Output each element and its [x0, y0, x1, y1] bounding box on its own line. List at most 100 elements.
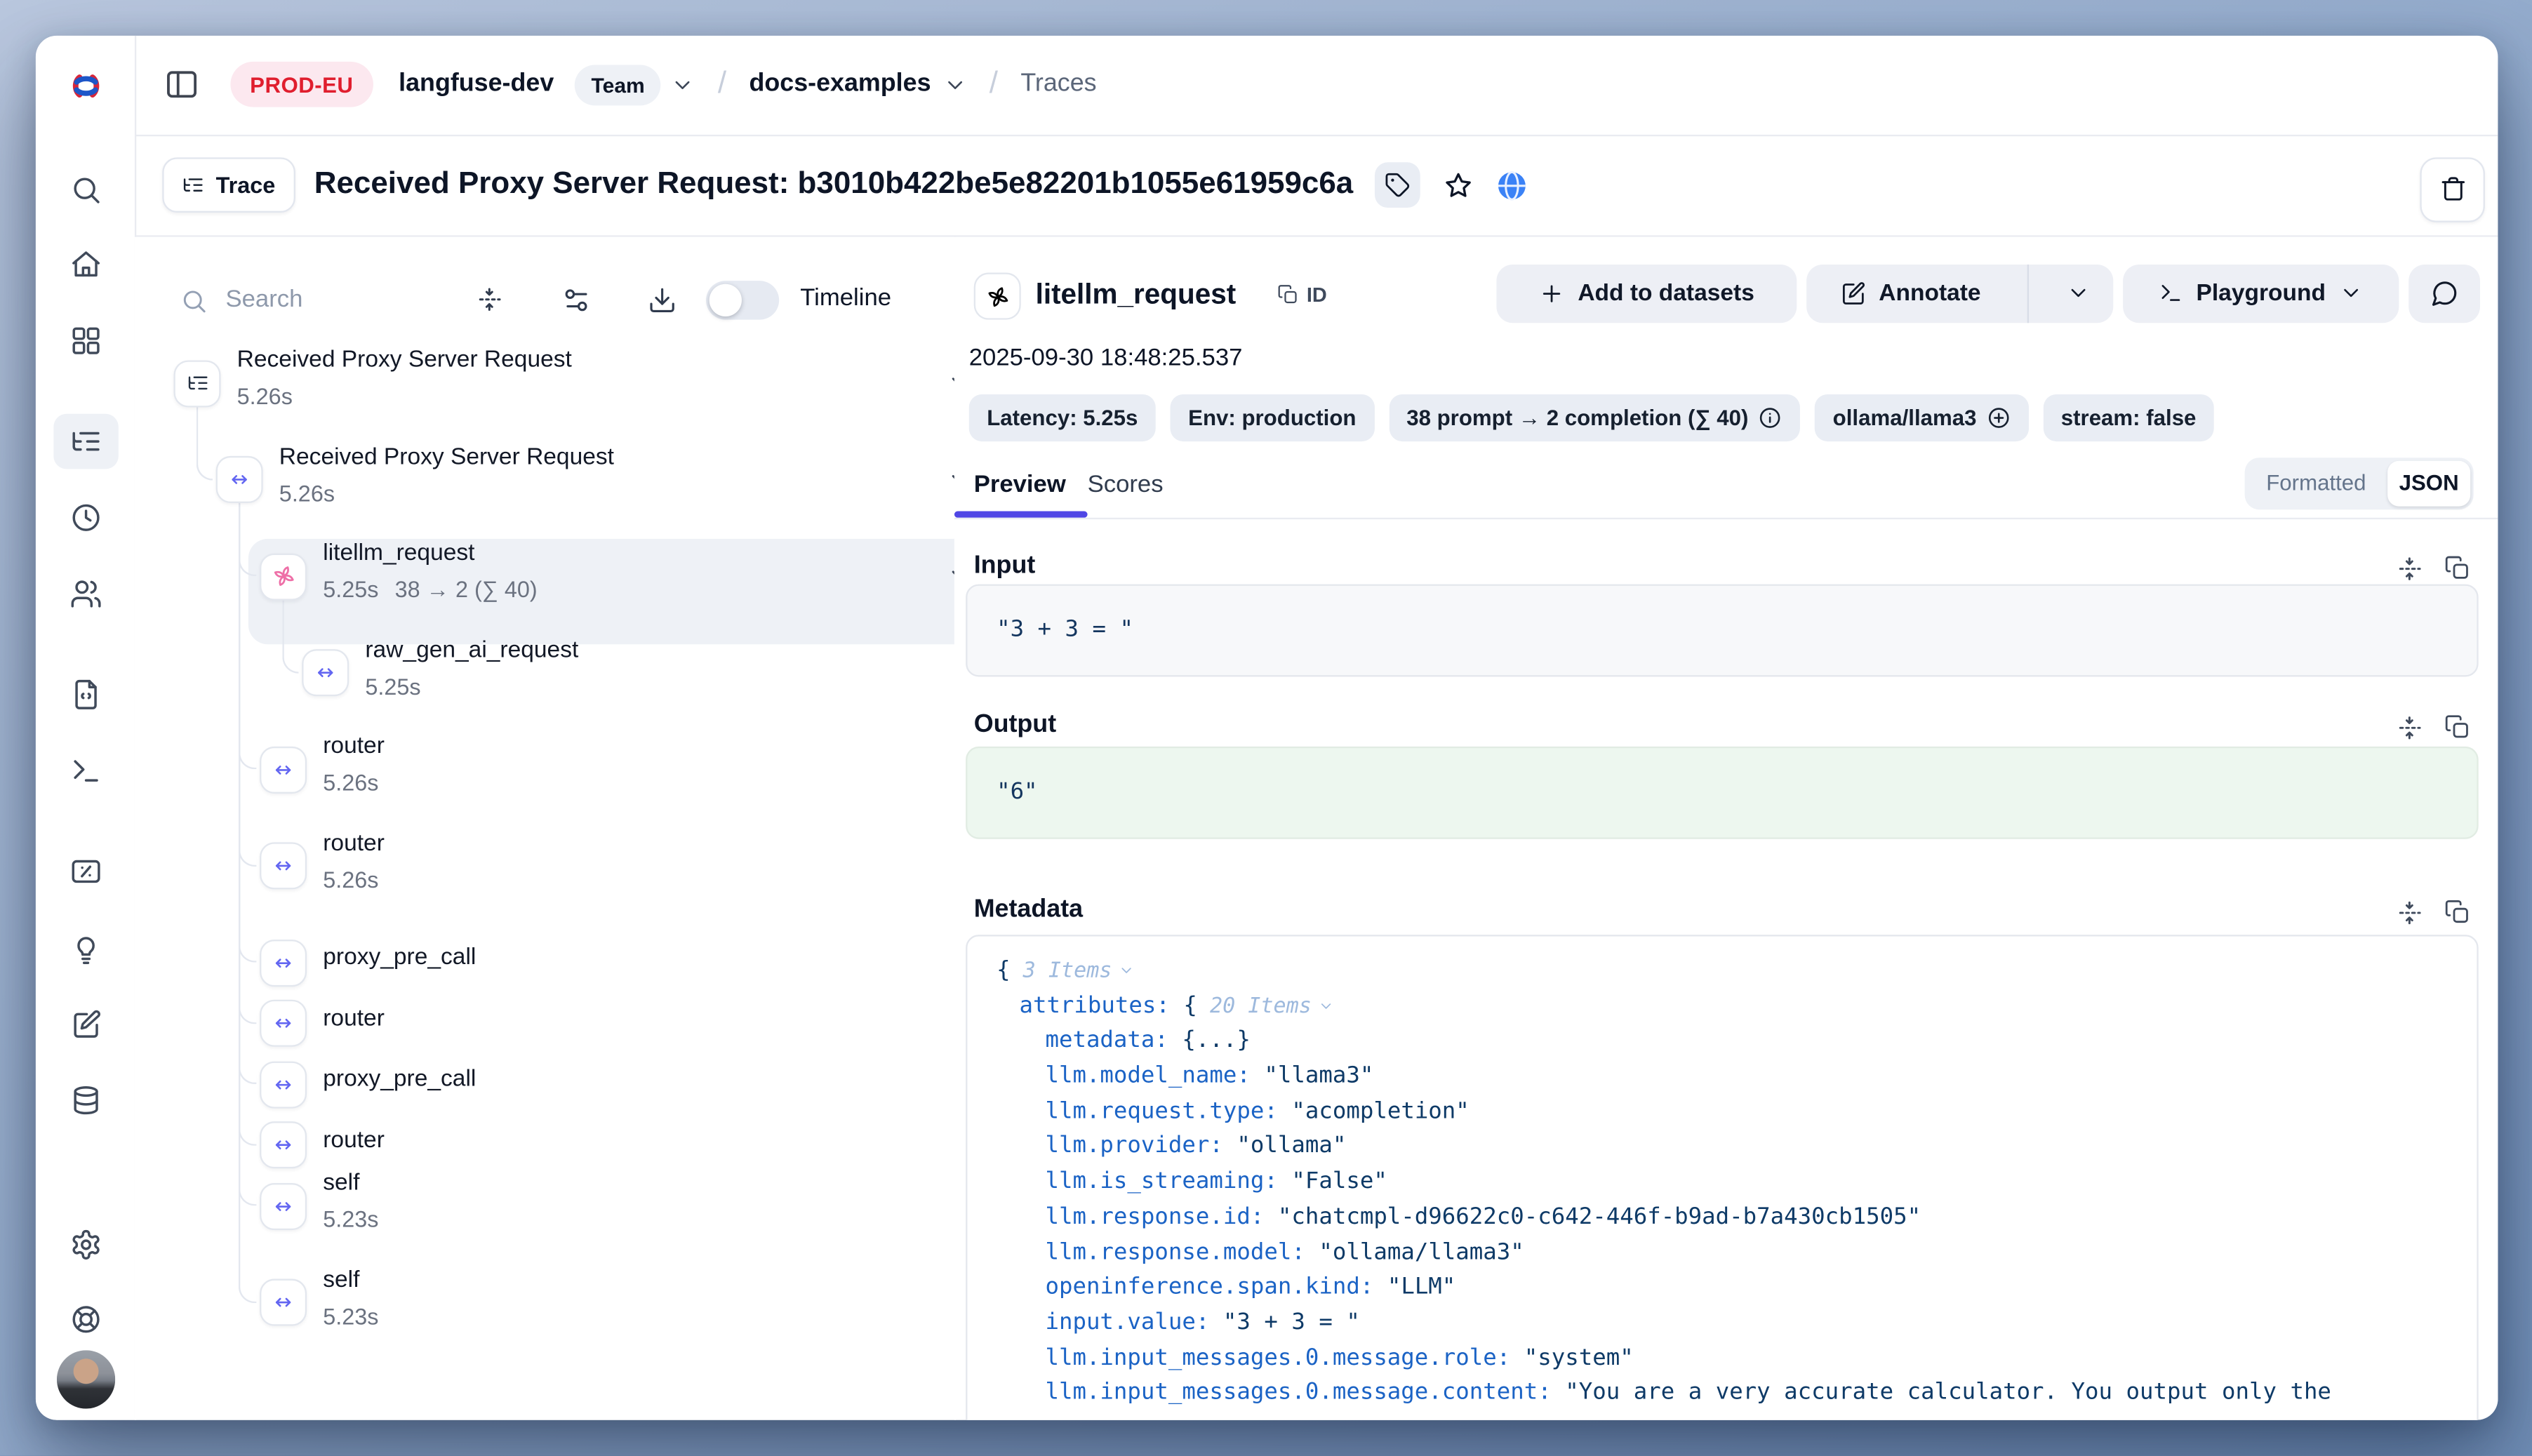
copy-section-button[interactable]: [2444, 713, 2470, 740]
sidebar-item-prompts[interactable]: [53, 667, 118, 723]
json-value: "ollama": [1223, 1133, 1346, 1159]
format-option-json[interactable]: JSON: [2387, 460, 2470, 506]
json-value: "ollama/llama3": [1305, 1239, 1524, 1265]
add-to-datasets-button[interactable]: Add to datasets: [1496, 264, 1797, 322]
bookmark-star-button[interactable]: [1442, 170, 1473, 201]
playground-button[interactable]: Playground: [2123, 264, 2399, 322]
tree-item-label: proxy_pre_call: [323, 944, 476, 970]
sidebar-item-dashboards[interactable]: [53, 313, 118, 368]
format-toggle: Formatted JSON: [2245, 457, 2474, 509]
tree-item-token-usage: 38 → 2 (∑ 40): [395, 576, 538, 602]
delete-trace-button[interactable]: [2420, 156, 2485, 222]
sidebar-toggle-icon[interactable]: [164, 67, 200, 102]
tree-item-label: self: [323, 1170, 359, 1196]
sidebar-item-playground[interactable]: [53, 743, 118, 799]
json-item-count: 3 Items: [1011, 959, 1112, 984]
playground-label: Playground: [2196, 280, 2325, 306]
badge-text: Latency: 5.25s: [987, 405, 1138, 429]
sidebar-item-datasets[interactable]: [53, 1073, 118, 1128]
span-type-badge: [260, 1279, 307, 1326]
sidebar-item-annotation[interactable]: [53, 998, 118, 1053]
sessions-icon: [69, 502, 101, 534]
sidebar-item-users[interactable]: [53, 566, 118, 622]
tree-item-label: Received Proxy Server Request: [279, 444, 614, 470]
org-chevron-down-icon[interactable]: [671, 72, 695, 97]
timeline-toggle[interactable]: [706, 280, 779, 319]
comments-button[interactable]: [2408, 264, 2480, 322]
plus-circle-icon[interactable]: [1986, 405, 2011, 429]
span-icon: [271, 1072, 295, 1097]
info-icon[interactable]: [1758, 405, 1783, 429]
playground-icon: [69, 754, 101, 787]
chevron-down-icon: [2338, 281, 2363, 305]
collapse-section-button[interactable]: [2396, 554, 2423, 582]
sidebar-item-tracing[interactable]: [53, 414, 118, 469]
project-chevron-down-icon[interactable]: [942, 72, 967, 97]
sidebar-item-home[interactable]: [53, 237, 118, 293]
download-button[interactable]: [648, 285, 677, 314]
annotate-button[interactable]: Annotate: [1806, 280, 2014, 306]
span-icon: [271, 1133, 295, 1157]
tag-button[interactable]: [1374, 162, 1420, 208]
collapse-all-button[interactable]: [476, 285, 503, 312]
metadata-json-line: llm.response.id: "chatcmpl-d96622c0-c642…: [997, 1201, 2448, 1236]
sidebar-item-insights[interactable]: [53, 922, 118, 977]
json-key: llm.request.type:: [1045, 1098, 1277, 1124]
json-key: llm.input_messages.0.message.role:: [1045, 1344, 1510, 1370]
metadata-json-line: llm.request.type: "acompletion": [997, 1095, 2448, 1130]
metadata-json-line: llm.is_streaming: "False": [997, 1166, 2448, 1201]
json-collapse-chevron-icon[interactable]: [1119, 963, 1135, 979]
format-option-formatted[interactable]: Formatted: [2245, 457, 2388, 509]
avatar[interactable]: [56, 1350, 114, 1408]
span-type-badge: [260, 842, 307, 889]
copy-id-button[interactable]: ID: [1277, 283, 1327, 306]
sidebar-item-evaluation[interactable]: [53, 844, 118, 900]
span-type-badge: [260, 939, 307, 986]
desktop: PROD-EU langfuse-dev Team / docs-example…: [0, 0, 2532, 1456]
collapse-section-button[interactable]: [2396, 898, 2423, 926]
badge-text: Env: production: [1188, 405, 1356, 429]
metadata-json-line: llm.model_name: "llama3": [997, 1060, 2448, 1095]
json-collapse-chevron-icon[interactable]: [1318, 998, 1334, 1014]
plus-icon: [1539, 280, 1565, 306]
tree-item-label: router: [323, 1127, 385, 1153]
tab-scores[interactable]: Scores: [1088, 470, 1164, 497]
collapse-vertical-icon: [2396, 713, 2423, 740]
tab-preview[interactable]: Preview: [974, 470, 1066, 497]
observation-title: litellm_request: [1036, 276, 1237, 311]
annotate-button-group[interactable]: Annotate: [1806, 264, 2113, 322]
tree-connector: [238, 501, 257, 1303]
org-name[interactable]: langfuse-dev: [399, 69, 554, 99]
tree-item-duration: 5.23s: [323, 1205, 378, 1231]
annotate-label: Annotate: [1879, 280, 1980, 306]
generation-icon: [985, 283, 1011, 309]
search-input[interactable]: Search: [225, 285, 302, 312]
copy-section-button[interactable]: [2444, 898, 2470, 926]
observation-detail-panel: litellm_request ID Add to datasets Annot…: [954, 236, 2498, 1420]
tree-item-label: router: [323, 830, 385, 856]
breadcrumb-section[interactable]: Traces: [1020, 69, 1096, 99]
breadcrumb-slash: /: [714, 67, 729, 102]
badge-text: ollama/llama3: [1833, 405, 1977, 429]
copy-section-button[interactable]: [2444, 554, 2470, 582]
annotate-dropdown-button[interactable]: [2042, 281, 2114, 305]
json-value: {: [1170, 993, 1197, 1019]
sidebar-item-search[interactable]: [53, 162, 118, 218]
input-section-actions: [2396, 554, 2470, 582]
sidebar-item-settings[interactable]: [53, 1217, 118, 1273]
public-link-button[interactable]: [1494, 168, 1528, 202]
trace-title: Received Proxy Server Request: b3010b422…: [314, 167, 1353, 203]
sidebar-item-sessions[interactable]: [53, 490, 118, 545]
sidebar-item-support[interactable]: [53, 1292, 118, 1347]
json-key: llm.provider:: [1045, 1133, 1222, 1159]
search-icon: [69, 173, 101, 206]
tracing-icon: [69, 425, 101, 457]
project-name[interactable]: docs-examples: [749, 69, 931, 99]
collapse-section-button[interactable]: [2396, 713, 2423, 740]
tree-settings-button[interactable]: [561, 285, 591, 314]
observation-timestamp: 2025-09-30 18:48:25.537: [969, 343, 1243, 370]
json-value: {...}: [1168, 1028, 1251, 1054]
tree-connector: [196, 404, 213, 480]
badge-row: Latency: 5.25sEnv: production38 prompt →…: [969, 394, 2214, 441]
span-type-badge: [260, 1182, 307, 1229]
